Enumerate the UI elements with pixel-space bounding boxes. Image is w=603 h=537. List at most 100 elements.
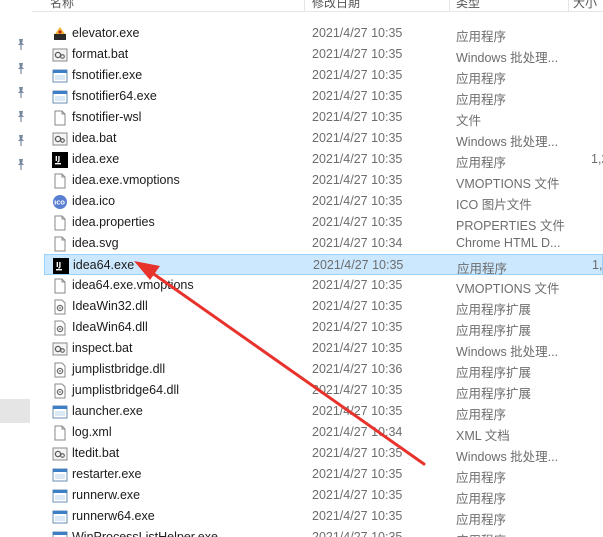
file-row[interactable]: jumplistbridge64.dll 2021/4/27 10:35 应用程序扩…	[44, 380, 603, 401]
file-row[interactable]: elevator.exe 2021/4/27 10:35 应用程序	[44, 23, 603, 44]
file-name: elevator.exe	[72, 26, 140, 40]
file-row[interactable]: idea.properties 2021/4/27 10:35 PROPERTIES…	[44, 212, 603, 233]
file-name: runnerw64.exe	[72, 509, 155, 523]
file-name: fsnotifier-wsl	[72, 110, 142, 124]
file-type: VMOPTIONS 文件	[456, 177, 560, 191]
pin-icon[interactable]	[14, 62, 28, 76]
file-name: IdeaWin64.dll	[72, 320, 148, 334]
file-row[interactable]: runnerw64.exe 2021/4/27 10:35 应用程序	[44, 506, 603, 527]
file-type: 应用程序	[456, 30, 507, 44]
exe-window-icon	[52, 89, 68, 105]
dll-file-icon	[52, 362, 68, 378]
file-modified-date: 2021/4/27 10:35	[312, 278, 403, 292]
file-type: Windows 批处理...	[456, 135, 559, 149]
bat-file-icon	[52, 47, 68, 63]
file-row[interactable]: idea.svg 2021/4/27 10:34 Chrome HTML D...	[44, 233, 603, 254]
file-name: idea.properties	[72, 215, 155, 229]
file-modified-date: 2021/4/27 10:35	[312, 341, 403, 355]
file-name: idea64.exe	[73, 258, 135, 272]
file-type: 应用程序	[456, 492, 507, 506]
file-row[interactable]: jumplistbridge.dll 2021/4/27 10:36 应用程序扩展	[44, 359, 603, 380]
file-modified-date: 2021/4/27 10:35	[312, 173, 403, 187]
file-type: 应用程序	[456, 513, 507, 527]
file-size: 1,2	[591, 152, 603, 166]
pin-icon[interactable]	[14, 38, 28, 52]
file-row[interactable]: idea64.exe.vmoptions 2021/4/27 10:35 VMOPT…	[44, 275, 603, 296]
file-modified-date: 2021/4/27 10:34	[312, 425, 403, 439]
file-type: 应用程序	[456, 471, 507, 485]
file-row[interactable]: IdeaWin64.dll 2021/4/27 10:35 应用程序扩展	[44, 317, 603, 338]
pin-icon[interactable]	[14, 86, 28, 100]
file-row[interactable]: idea.bat 2021/4/27 10:35 Windows 批处理...	[44, 128, 603, 149]
file-name: idea.exe	[72, 152, 120, 166]
blank-file-icon	[52, 110, 68, 126]
file-modified-date: 2021/4/27 10:35	[312, 68, 403, 82]
blank-file-icon	[52, 236, 68, 252]
file-modified-date: 2021/4/27 10:35	[312, 383, 403, 397]
file-row[interactable]: restarter.exe 2021/4/27 10:35 应用程序	[44, 464, 603, 485]
bat-file-icon	[52, 341, 68, 357]
file-modified-date: 2021/4/27 10:35	[312, 320, 403, 334]
file-type: 应用程序	[456, 530, 506, 537]
file-row[interactable]: fsnotifier64.exe 2021/4/27 10:35 应用程序	[44, 86, 603, 107]
file-row-selected[interactable]: IJidea64.exe2021/4/27 10:35应用程序1,2	[44, 254, 603, 276]
file-row[interactable]: runnerw.exe 2021/4/27 10:35 应用程序	[44, 485, 603, 506]
file-row[interactable]: fsnotifier.exe 2021/4/27 10:35 应用程序	[44, 65, 603, 86]
svg-text:ICO: ICO	[54, 201, 65, 207]
file-type: Chrome HTML D...	[456, 236, 561, 250]
file-modified-date: 2021/4/27 10:35	[312, 467, 403, 481]
file-name: restarter.exe	[72, 467, 142, 481]
file-name: idea64.exe.vmoptions	[72, 278, 194, 292]
file-name: jumplistbridge.dll	[72, 362, 166, 376]
file-row[interactable]: fsnotifier-wsl 2021/4/27 10:35 文件	[44, 107, 603, 128]
file-type: Windows 批处理...	[456, 51, 559, 65]
ico-file-icon: ICO	[52, 194, 68, 210]
exe-window-icon	[52, 467, 68, 483]
bat-file-icon	[52, 131, 68, 147]
svg-text:IJ: IJ	[55, 155, 60, 163]
file-type: Windows 批处理...	[456, 450, 559, 464]
file-row[interactable]: ICO idea.ico 2021/4/27 10:35 ICO 图片文件	[44, 191, 603, 212]
file-row[interactable]: inspect.bat 2021/4/27 10:35 Windows 批处理...	[44, 338, 603, 359]
file-type: PROPERTIES 文件	[456, 219, 565, 233]
file-type: VMOPTIONS 文件	[456, 282, 560, 296]
dll-file-icon	[52, 320, 68, 336]
file-modified-date: 2021/4/27 10:35	[312, 152, 403, 166]
pin-icon[interactable]	[14, 134, 28, 148]
file-row[interactable]: launcher.exe 2021/4/27 10:35 应用程序	[44, 401, 603, 422]
file-row[interactable]: WinProcessListHelper.exe 2021/4/27 10:35 应…	[44, 527, 603, 537]
intellij-icon: IJ	[53, 258, 69, 274]
file-name: ltedit.bat	[72, 446, 120, 460]
file-row[interactable]: IJ idea.exe 2021/4/27 10:35 应用程序 1,2	[44, 149, 603, 170]
exe-window-icon	[52, 68, 68, 84]
file-modified-date: 2021/4/27 10:35	[312, 194, 403, 208]
bat-file-icon	[52, 446, 68, 462]
file-modified-date: 2021/4/27 10:35	[312, 509, 403, 523]
file-name: launcher.exe	[72, 404, 143, 418]
file-list[interactable]: elevator.exe 2021/4/27 10:35 应用程序 format.ba…	[32, 0, 603, 537]
file-name: idea.ico	[72, 194, 116, 208]
file-type: 文件	[456, 114, 482, 128]
navigation-selected-item[interactable]	[0, 399, 30, 423]
pin-icon[interactable]	[14, 158, 28, 172]
file-modified-date: 2021/4/27 10:35	[312, 110, 403, 124]
file-name: IdeaWin32.dll	[72, 299, 148, 313]
file-row[interactable]: format.bat 2021/4/27 10:35 Windows 批处理...	[44, 44, 603, 65]
file-name: log.xml	[72, 425, 112, 439]
file-modified-date: 2021/4/27 10:35	[312, 89, 403, 103]
file-name: idea.exe.vmoptions	[72, 173, 180, 187]
file-modified-date: 2021/4/27 10:35	[312, 215, 403, 229]
file-row[interactable]: log.xml 2021/4/27 10:34 XML 文档	[44, 422, 603, 443]
blank-file-icon	[52, 173, 68, 189]
pin-icon[interactable]	[14, 110, 28, 124]
file-row[interactable]: IdeaWin32.dll 2021/4/27 10:35 应用程序扩展	[44, 296, 603, 317]
intellij-icon: IJ	[52, 152, 68, 168]
file-type: XML 文档	[456, 429, 510, 443]
file-row[interactable]: ltedit.bat 2021/4/27 10:35 Windows 批处理...	[44, 443, 603, 464]
file-name: idea.svg	[72, 236, 119, 250]
blank-file-icon	[52, 278, 68, 294]
file-row[interactable]: idea.exe.vmoptions 2021/4/27 10:35 VMOPTIO…	[44, 170, 603, 191]
file-name: format.bat	[72, 47, 129, 61]
exe-generic-icon	[52, 26, 68, 42]
file-type: 应用程序	[456, 72, 507, 86]
